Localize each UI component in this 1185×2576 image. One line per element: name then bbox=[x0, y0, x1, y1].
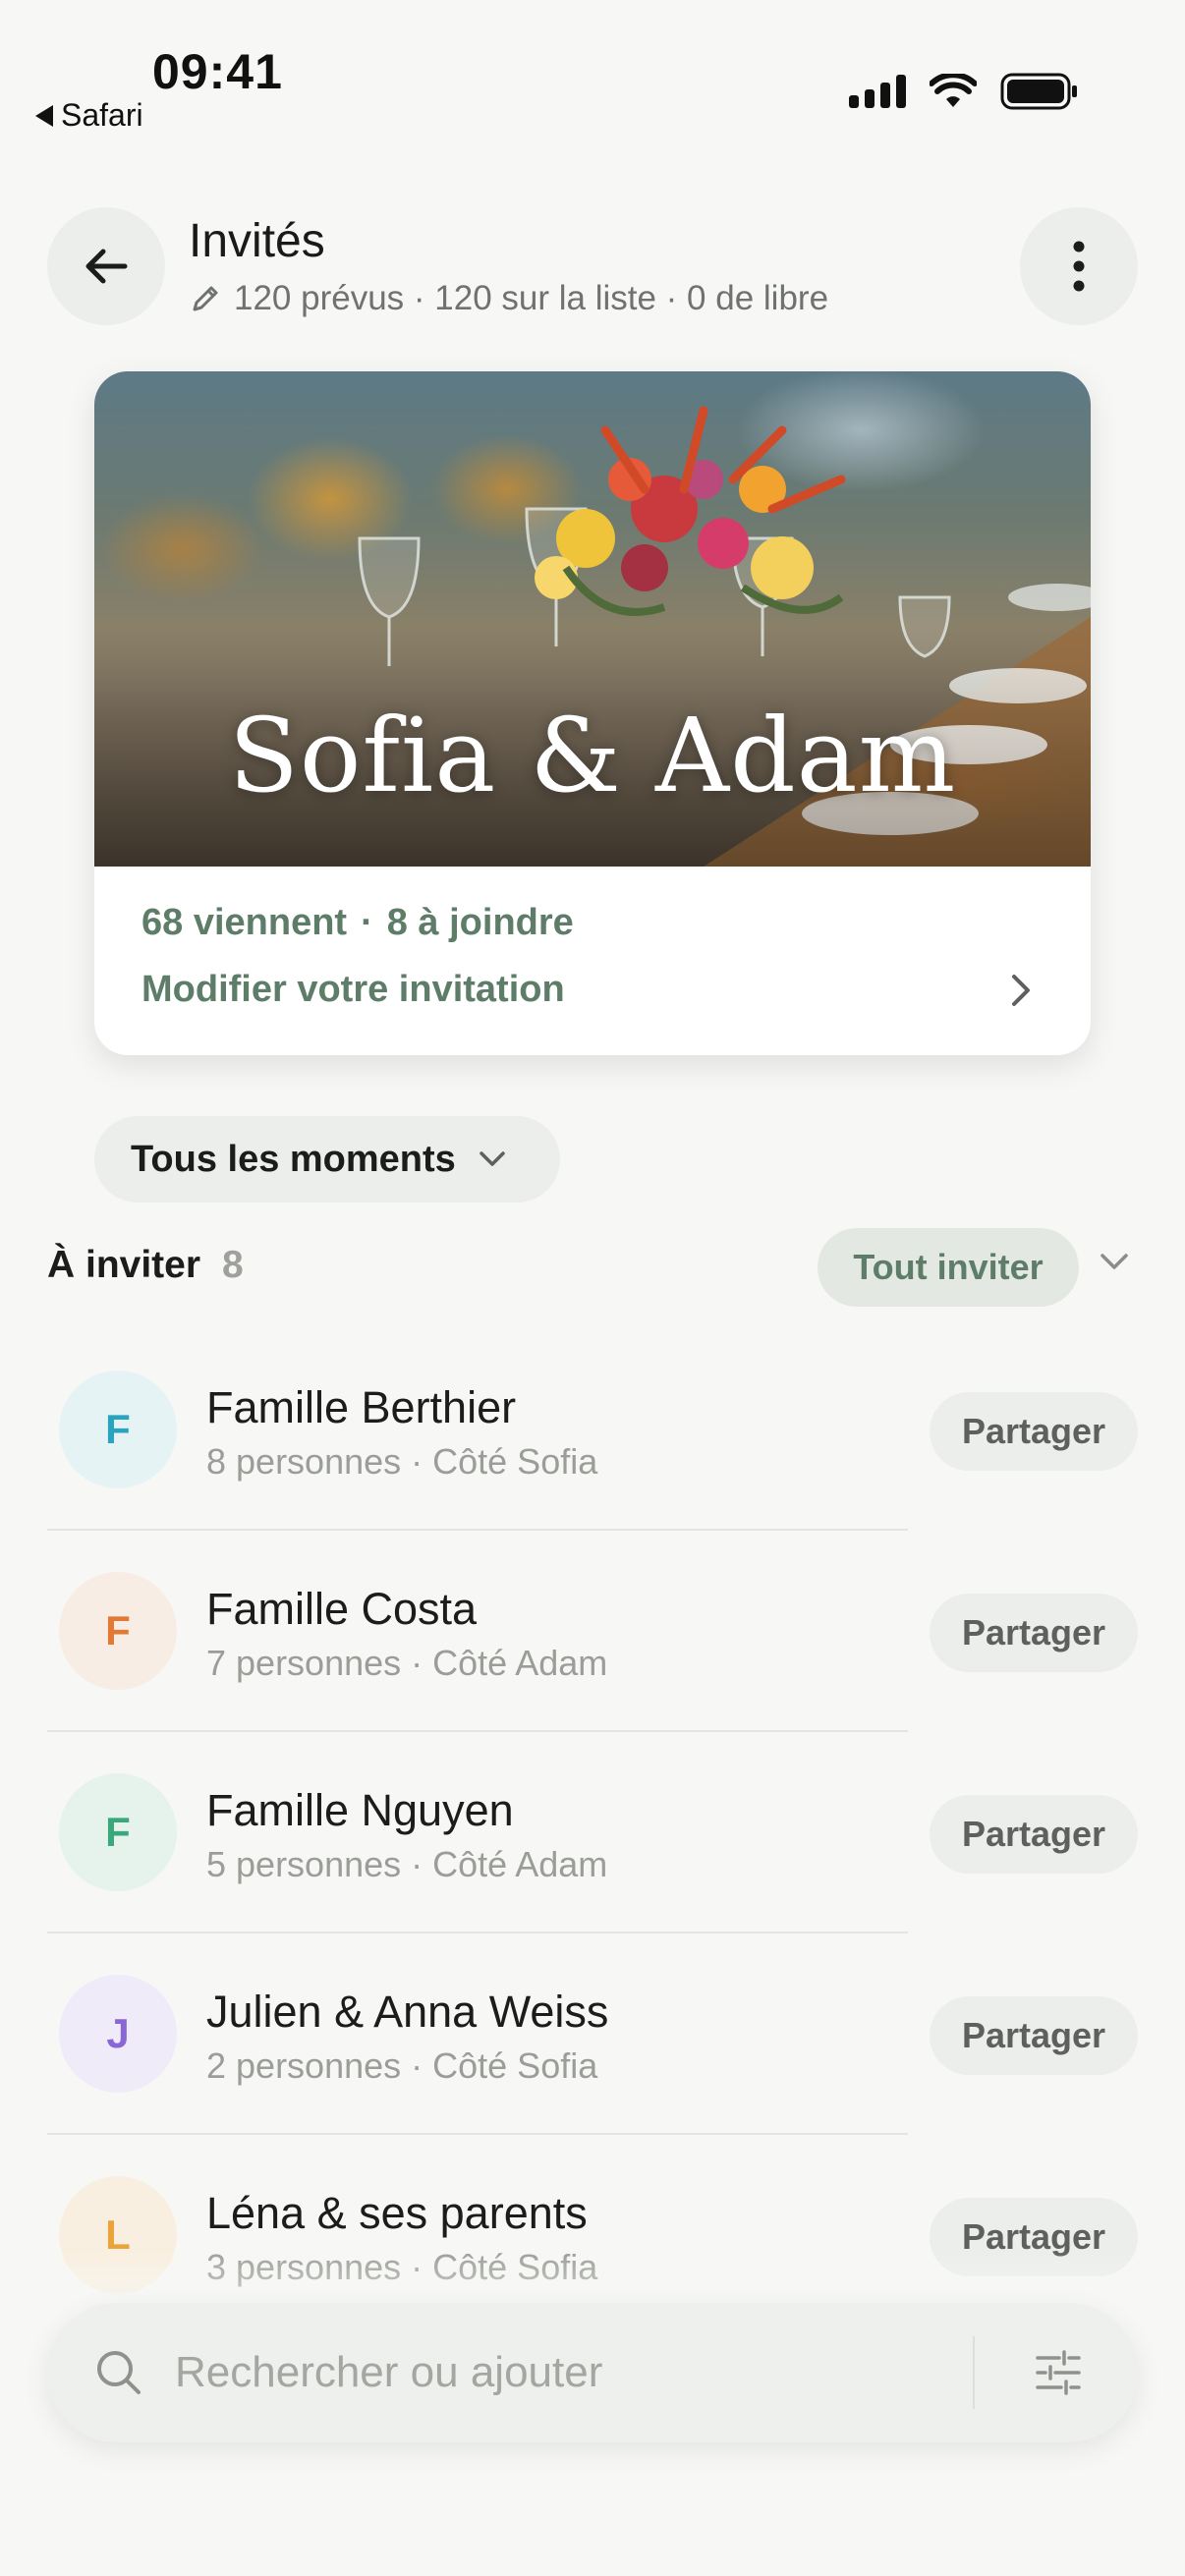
search-input[interactable] bbox=[175, 2330, 981, 2415]
guest-list: F Famille Berthier 8 personnes · Côté Sofi… bbox=[0, 1354, 1185, 2361]
stat-coming: 68 viennent bbox=[141, 902, 348, 943]
more-options-button[interactable] bbox=[1020, 207, 1138, 325]
guest-name: Famille Nguyen bbox=[206, 1785, 514, 1835]
guest-meta: 7 personnes · Côté Adam bbox=[206, 1643, 608, 1683]
chevron-down-icon bbox=[480, 1151, 505, 1166]
status-icons bbox=[849, 73, 1079, 110]
battery-icon bbox=[1000, 73, 1077, 110]
invite-all-button[interactable]: Tout inviter bbox=[818, 1228, 1079, 1307]
share-invitation-button[interactable]: Partager bbox=[930, 1795, 1138, 1874]
stat-separator: · bbox=[361, 902, 373, 943]
guest-meta: 5 personnes · Côté Adam bbox=[206, 1844, 608, 1884]
event-card[interactable]: Sofia & Adam 68 viennent · 8 à joindre M… bbox=[94, 371, 1091, 1055]
back-button[interactable] bbox=[47, 207, 165, 325]
edit-invitation-link[interactable]: Modifier votre invitation bbox=[141, 969, 565, 1011]
page-title: Invités bbox=[189, 215, 325, 267]
sliders-filter-icon[interactable] bbox=[1034, 2348, 1083, 2397]
status-back-label: Safari bbox=[61, 97, 143, 133]
share-invitation-button[interactable]: Partager bbox=[930, 1594, 1138, 1672]
guest-capacity-text: 120 prévus · 120 sur la liste · 0 de lib… bbox=[234, 279, 829, 317]
stat-to-reach: 8 à joindre bbox=[386, 902, 574, 943]
guest-avatar: F bbox=[59, 1773, 177, 1891]
row-divider bbox=[47, 1730, 908, 1732]
share-invitation-button[interactable]: Partager bbox=[930, 1392, 1138, 1471]
moments-filter-label: Tous les moments bbox=[131, 1138, 456, 1180]
guest-meta: 2 personnes · Côté Sofia bbox=[206, 2045, 598, 2086]
event-cover-photo: Sofia & Adam bbox=[94, 371, 1091, 867]
more-vertical-icon bbox=[1073, 241, 1085, 292]
row-divider bbox=[47, 1932, 908, 1933]
section-count: 8 bbox=[222, 1244, 244, 1286]
guest-row[interactable]: J Julien & Anna Weiss 2 personnes · Côté S… bbox=[0, 1958, 1185, 2159]
search-separator bbox=[973, 2336, 975, 2409]
guest-avatar: F bbox=[59, 1572, 177, 1690]
back-triangle-icon bbox=[35, 104, 53, 127]
chevron-right-icon bbox=[1012, 975, 1030, 1006]
guest-row[interactable]: F Famille Costa 7 personnes · Côté Adam Par… bbox=[0, 1555, 1185, 1757]
guest-avatar: F bbox=[59, 1371, 177, 1488]
search-bar[interactable] bbox=[47, 2303, 1138, 2442]
guest-row[interactable]: F Famille Nguyen 5 personnes · Côté Adam Pa… bbox=[0, 1757, 1185, 1958]
section-title: À inviter bbox=[47, 1244, 201, 1286]
moments-filter-dropdown[interactable]: Tous les moments bbox=[94, 1116, 560, 1203]
row-divider bbox=[47, 1529, 908, 1531]
guest-name: Julien & Anna Weiss bbox=[206, 1987, 609, 2037]
guest-name: Famille Berthier bbox=[206, 1382, 517, 1432]
arrow-left-icon bbox=[85, 249, 128, 284]
wifi-icon bbox=[930, 74, 977, 107]
pencil-icon bbox=[193, 286, 218, 311]
guest-avatar: J bbox=[59, 1975, 177, 2093]
guest-meta: 8 personnes · Côté Sofia bbox=[206, 1441, 598, 1482]
guest-name: Famille Costa bbox=[206, 1584, 478, 1634]
share-invitation-button[interactable]: Partager bbox=[930, 1996, 1138, 2075]
guest-row[interactable]: F Famille Berthier 8 personnes · Côté Sofi… bbox=[0, 1354, 1185, 1555]
status-back-to-app[interactable]: Safari bbox=[35, 97, 143, 134]
status-time: 09:41 bbox=[152, 44, 283, 99]
row-divider bbox=[47, 2133, 908, 2135]
cellular-signal-icon bbox=[849, 75, 906, 108]
search-icon bbox=[97, 2351, 141, 2394]
guest-name: Léna & ses parents bbox=[206, 2188, 588, 2238]
rsvp-stats: 68 viennent · 8 à joindre bbox=[141, 902, 574, 944]
section-collapse-chevron-icon[interactable] bbox=[1099, 1252, 1130, 1273]
guest-capacity-summary[interactable]: 120 prévus · 120 sur la liste · 0 de lib… bbox=[189, 279, 828, 318]
event-couple-names: Sofia & Adam bbox=[228, 696, 957, 815]
